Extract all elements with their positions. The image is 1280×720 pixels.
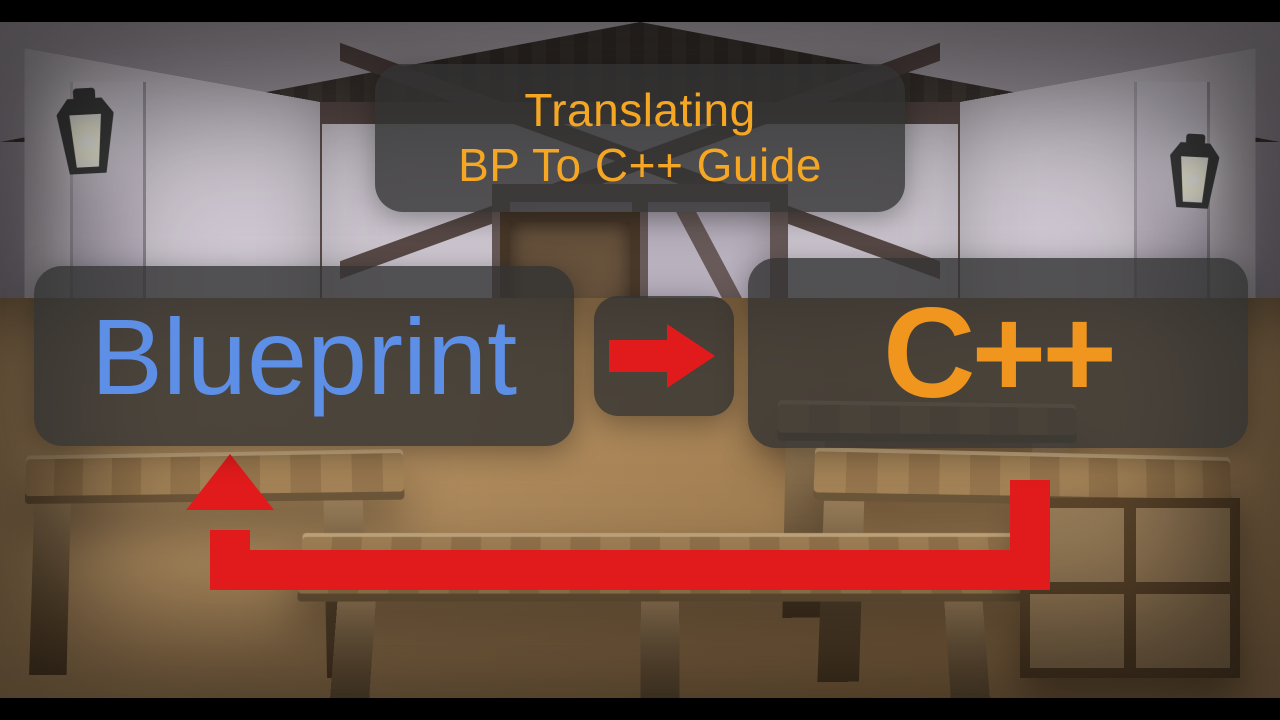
lantern-icon [1167, 133, 1220, 210]
wood-table [25, 449, 405, 504]
title-line-2: BP To C++ Guide [458, 138, 822, 193]
wood-table [297, 533, 1023, 601]
cpp-card: C++ [748, 258, 1248, 448]
lantern-icon [55, 87, 117, 176]
title-card: Translating BP To C++ Guide [375, 64, 905, 212]
blueprint-label: Blueprint [91, 294, 517, 419]
letterbox-top [0, 0, 1280, 22]
forward-arrow-card [594, 296, 734, 416]
arrow-right-icon [609, 326, 719, 386]
cpp-label: C++ [883, 280, 1113, 427]
title-line-1: Translating [458, 83, 822, 138]
blueprint-card: Blueprint [34, 266, 574, 446]
thumbnail-stage: Translating BP To C++ Guide Blueprint C+… [0, 0, 1280, 720]
letterbox-bottom [0, 698, 1280, 720]
wood-crate [1020, 498, 1240, 678]
